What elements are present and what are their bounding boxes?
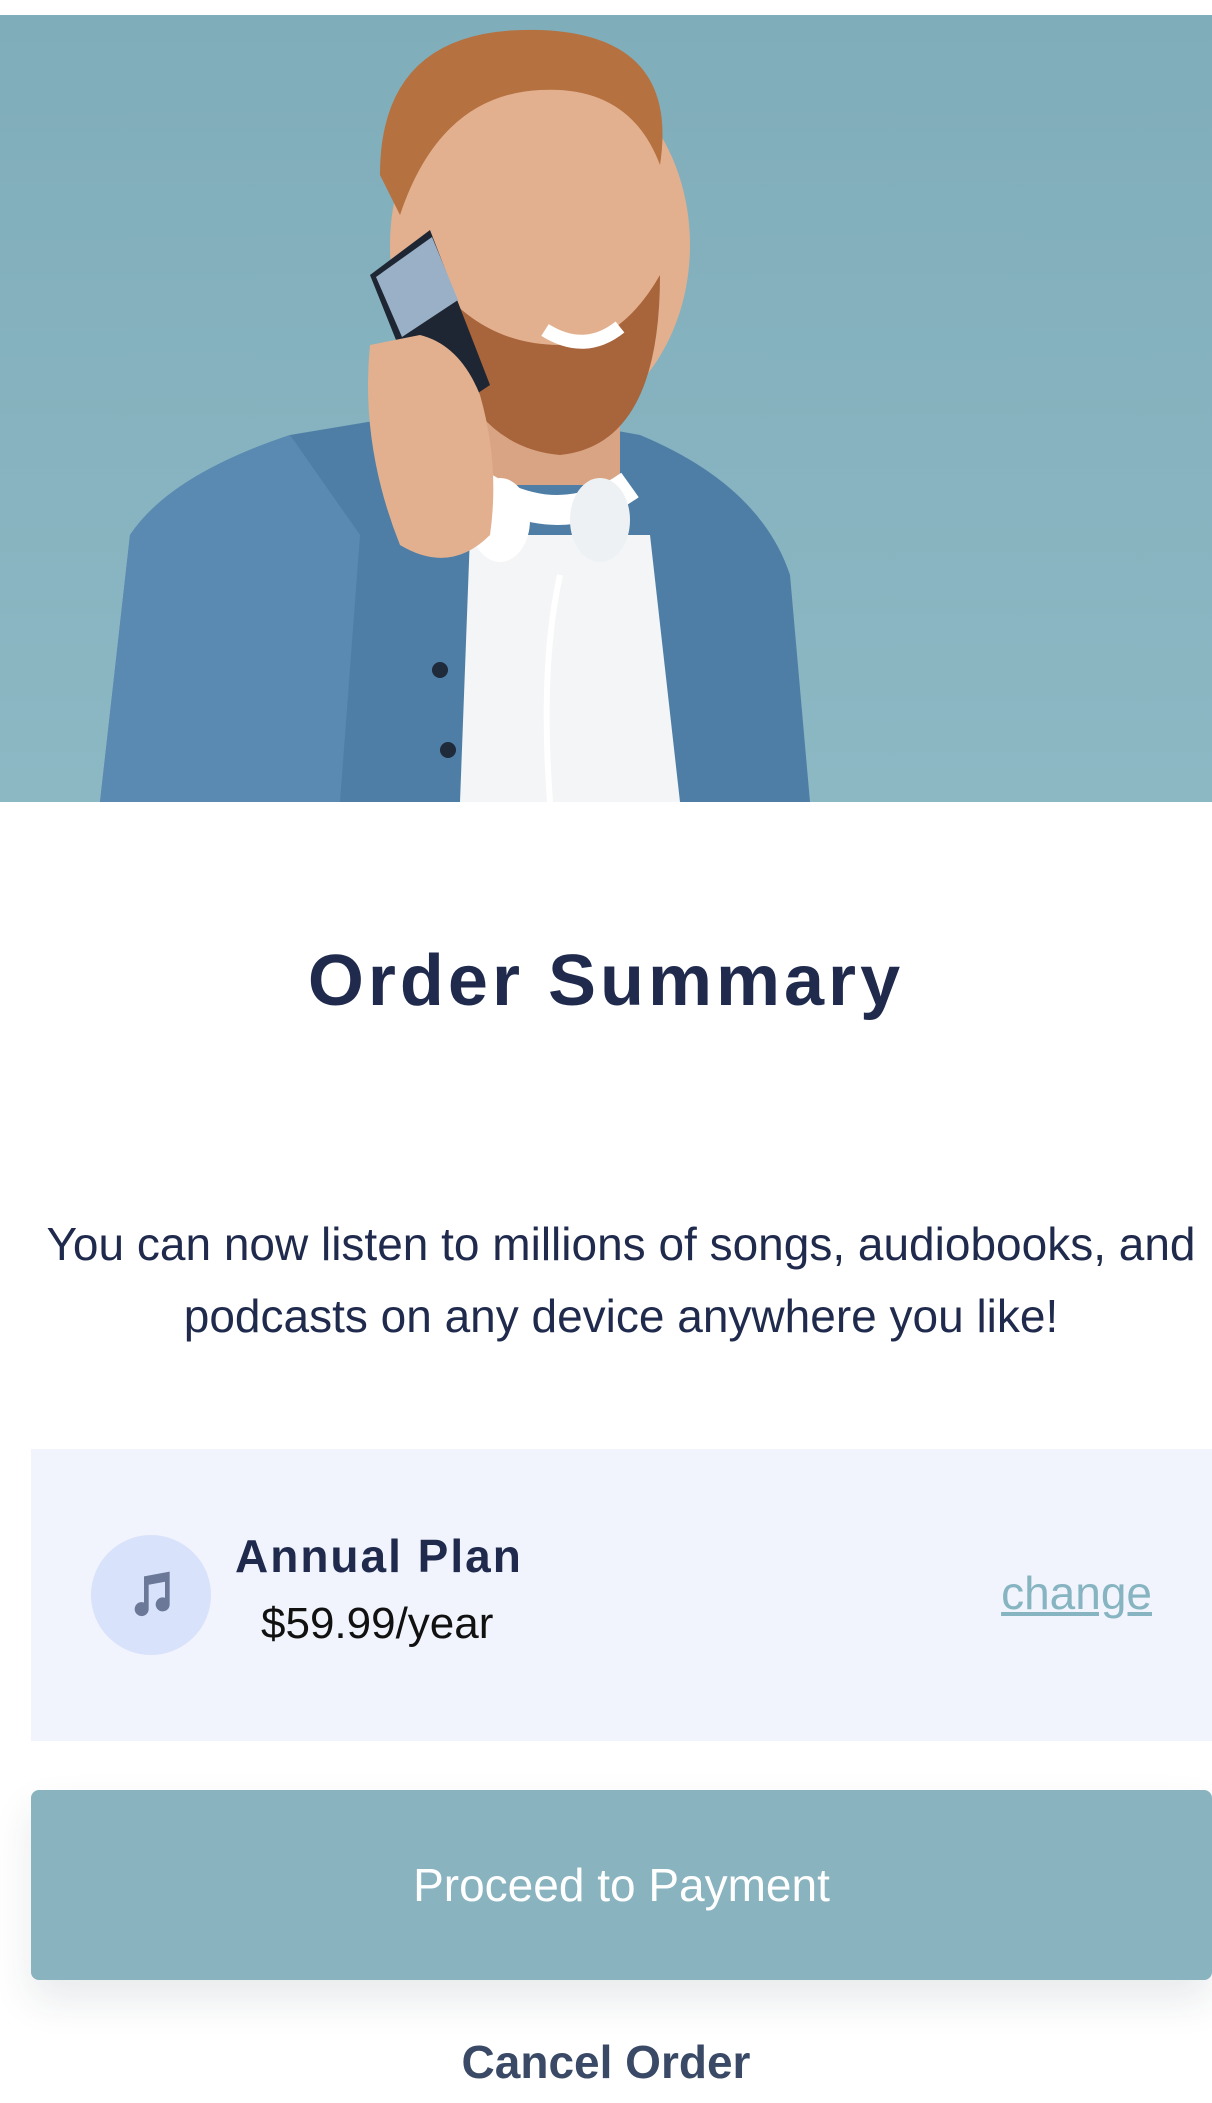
plan-card: Annual Plan $59.99/year change xyxy=(31,1449,1212,1741)
intro-line-1: You can now listen to millions of songs,… xyxy=(46,1218,1196,1270)
page-title: Order Summary xyxy=(307,941,905,1021)
music-note-glyph xyxy=(134,1571,170,1617)
top-strip xyxy=(0,0,1212,15)
hero-photo-man-on-phone xyxy=(100,29,810,802)
plan-name: Annual Plan xyxy=(235,1530,523,1582)
cancel-order-button[interactable]: Cancel Order xyxy=(0,2035,1212,2089)
hero-image xyxy=(0,15,1212,802)
intro-line-2: podcasts on any device anywhere you like… xyxy=(183,1290,1059,1342)
proceed-to-payment-button[interactable]: Proceed to Payment xyxy=(31,1790,1212,1980)
intro-description: You can now listen to millions of songs,… xyxy=(40,1208,1202,1352)
music-note-icon xyxy=(91,1535,211,1655)
change-plan-link[interactable]: change xyxy=(1001,1566,1152,1620)
plan-price: $59.99/year xyxy=(261,1599,494,1648)
